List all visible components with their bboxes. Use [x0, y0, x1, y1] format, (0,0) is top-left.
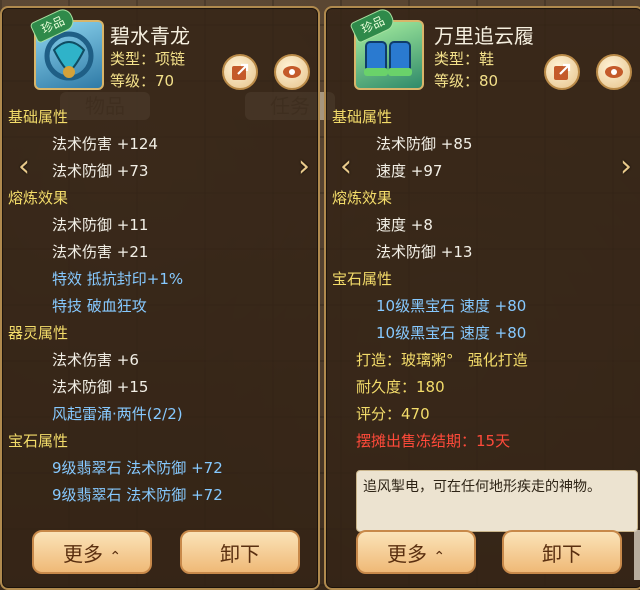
- chevron-up-icon: ⌃: [433, 549, 446, 565]
- special-skill-row: 特技 破血狂攻: [52, 297, 147, 315]
- durability-row: 耐久度：180: [356, 378, 445, 396]
- view-button[interactable]: [274, 54, 310, 90]
- attr-row: 速度 +97: [376, 162, 443, 180]
- attr-row: 法术防御 +11: [52, 216, 149, 234]
- section-spirit-title: 器灵属性: [8, 324, 69, 342]
- shoes-item-icon: 珍品: [349, 8, 424, 90]
- share-button[interactable]: [222, 54, 258, 90]
- unequip-button-label: 卸下: [220, 542, 260, 566]
- unequip-button[interactable]: 卸下: [502, 530, 622, 574]
- item-type: 类型：项链: [110, 50, 186, 68]
- section-base-title: 基础属性: [8, 108, 69, 126]
- gem-row: 9级翡翠石 法术防御 +72: [52, 486, 223, 504]
- more-button[interactable]: 更多 ⌃: [356, 530, 476, 574]
- more-button-label: 更多: [62, 542, 103, 566]
- unequip-button[interactable]: 卸下: [180, 530, 300, 574]
- attr-row: 法术伤害 +6: [52, 351, 139, 369]
- attr-row: 法术防御 +85: [376, 135, 473, 153]
- attr-row: 法术防御 +73: [52, 162, 149, 180]
- item-description: 追风掣电，可在任何地形疾走的神物。: [356, 470, 638, 532]
- eye-icon: [605, 66, 623, 78]
- share-button[interactable]: [544, 54, 580, 90]
- attr-row: 法术防御 +15: [52, 378, 149, 396]
- chevron-left-icon[interactable]: ‹: [12, 150, 36, 184]
- attr-row: 法术伤害 +21: [52, 243, 149, 261]
- item-tooltip-shoes: 珍品 万里追云履 类型：鞋 等级：80 ‹ › 基础属性 法术防御 +85 速度…: [324, 6, 640, 590]
- set-bonus-row: 风起雷涌·两件(2/2): [52, 405, 183, 423]
- section-smelt-title: 熔炼效果: [332, 189, 393, 207]
- forge-row: 打造：玻璃粥° 强化打造: [356, 351, 528, 369]
- item-level: 等级：80: [434, 72, 499, 90]
- necklace-item-icon: 珍品: [29, 8, 104, 90]
- item-type: 类型：鞋: [434, 50, 495, 68]
- eye-icon: [283, 66, 301, 78]
- gem-row: 10级黑宝石 速度 +80: [376, 297, 527, 315]
- attr-row: 法术伤害 +124: [52, 135, 158, 153]
- view-button[interactable]: [596, 54, 632, 90]
- unequip-button-label: 卸下: [542, 542, 582, 566]
- chevron-right-icon[interactable]: ›: [614, 150, 638, 184]
- chevron-left-icon[interactable]: ‹: [334, 150, 358, 184]
- special-effect-row: 特效 抵抗封印+1%: [52, 270, 184, 288]
- gem-row: 9级翡翠石 法术防御 +72: [52, 459, 223, 477]
- trade-lock-notice: 摆摊出售冻结期：15天: [356, 432, 511, 450]
- chevron-up-icon: ⌃: [109, 549, 122, 565]
- share-icon: [554, 63, 571, 80]
- item-level: 等级：70: [110, 72, 175, 90]
- item-name: 万里追云履: [434, 24, 534, 48]
- section-gem-title: 宝石属性: [332, 270, 393, 288]
- more-button[interactable]: 更多 ⌃: [32, 530, 152, 574]
- edge-strip: [634, 530, 640, 580]
- share-icon: [232, 63, 249, 80]
- section-base-title: 基础属性: [332, 108, 393, 126]
- score-row: 评分：470: [356, 405, 430, 423]
- section-gem-title: 宝石属性: [8, 432, 69, 450]
- gem-row: 10级黑宝石 速度 +80: [376, 324, 527, 342]
- attr-row: 速度 +8: [376, 216, 433, 234]
- chevron-right-icon[interactable]: ›: [292, 150, 316, 184]
- item-name: 碧水青龙: [110, 24, 190, 48]
- attr-row: 法术防御 +13: [376, 243, 473, 261]
- item-tooltip-necklace: 珍品 碧水青龙 类型：项链 等级：70 ‹ › 基础属性 法术伤害 +124 法…: [0, 6, 320, 590]
- section-smelt-title: 熔炼效果: [8, 189, 69, 207]
- more-button-label: 更多: [386, 542, 427, 566]
